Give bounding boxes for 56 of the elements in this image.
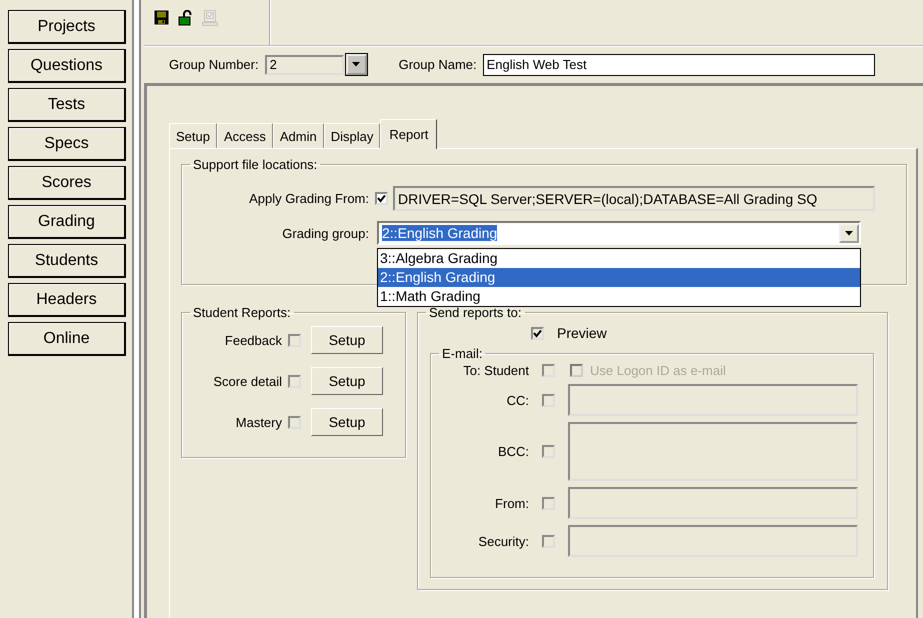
dropdown-button[interactable] bbox=[839, 224, 859, 242]
checkbox-label: From: bbox=[494, 496, 529, 510]
sidebar-button[interactable]: Headers bbox=[8, 283, 126, 317]
caret-icon bbox=[352, 62, 360, 67]
tab[interactable]: Display bbox=[324, 123, 380, 148]
group-name-field[interactable]: English Web Test bbox=[482, 54, 875, 76]
connection-field[interactable]: DRIVER=SQL Server;SERVER=(local);DATABASE=All Grading SQ bbox=[393, 186, 875, 211]
sidebar-button[interactable]: Scores bbox=[8, 166, 126, 200]
group-title: E-mail: bbox=[441, 346, 484, 361]
field-label: Group Number: bbox=[169, 57, 259, 72]
splitter[interactable] bbox=[132, 0, 141, 618]
field-label: Group Name: bbox=[398, 57, 477, 72]
group-title: Support file locations: bbox=[192, 157, 318, 172]
setup-button[interactable]: Setup bbox=[311, 408, 383, 436]
dropdown-option[interactable]: 1::Math Grading bbox=[378, 287, 860, 306]
sidebar-button[interactable]: Grading bbox=[8, 205, 126, 239]
checkbox[interactable] bbox=[531, 326, 544, 340]
checkbox-label: CC: bbox=[506, 392, 529, 408]
field-label: Apply Grading From: bbox=[248, 191, 369, 206]
sidebar-button[interactable]: Specs bbox=[8, 127, 126, 161]
checkbox[interactable] bbox=[288, 334, 301, 346]
tab[interactable]: Setup bbox=[169, 123, 217, 148]
sidebar-button[interactable]: Students bbox=[8, 244, 126, 278]
sidebar-button[interactable]: Tests bbox=[8, 88, 126, 122]
checkbox-label: Security: bbox=[477, 534, 529, 548]
dropdown-button[interactable] bbox=[346, 54, 367, 75]
checkbox-label: Preview bbox=[557, 325, 607, 341]
checkbox[interactable] bbox=[542, 364, 555, 377]
checkbox-label: Feedback bbox=[224, 332, 282, 348]
sidebar-button[interactable]: Projects bbox=[8, 10, 126, 44]
group-title: Send reports to: bbox=[428, 305, 522, 320]
group-title: Student Reports: bbox=[192, 305, 292, 320]
tab[interactable]: Report bbox=[380, 119, 438, 149]
padlock-icon bbox=[178, 10, 194, 26]
caret-icon bbox=[845, 230, 853, 236]
tab[interactable]: Access bbox=[216, 123, 273, 148]
checkbox-label: Use Logon ID as e-mail bbox=[590, 363, 726, 378]
tab[interactable]: Admin bbox=[272, 123, 324, 148]
setup-button[interactable]: Setup bbox=[311, 367, 383, 395]
checkbox-label: Score detail bbox=[212, 374, 282, 388]
setup-button[interactable]: Setup bbox=[311, 326, 383, 354]
checkbox[interactable] bbox=[288, 374, 301, 388]
computer-icon bbox=[202, 10, 218, 26]
checkbox-label: Mastery bbox=[234, 414, 282, 430]
field-label: Grading group: bbox=[281, 226, 369, 240]
checkbox-label: BCC: bbox=[496, 444, 529, 459]
dropdown-option[interactable]: 2::English Grading bbox=[378, 268, 860, 287]
sidebar-button[interactable]: Online bbox=[8, 322, 126, 356]
dropdown-option[interactable]: 3::Algebra Grading bbox=[378, 249, 860, 268]
checkbox-label: To: Student bbox=[462, 363, 529, 378]
grading-group-dropdown[interactable]: 2::English Grading bbox=[377, 221, 861, 245]
group-number-dropdown[interactable]: 2 bbox=[264, 54, 344, 74]
checkbox[interactable] bbox=[375, 192, 388, 205]
sidebar-button[interactable]: Questions bbox=[8, 49, 126, 83]
save-icon bbox=[154, 10, 170, 26]
checkbox[interactable] bbox=[288, 416, 301, 428]
